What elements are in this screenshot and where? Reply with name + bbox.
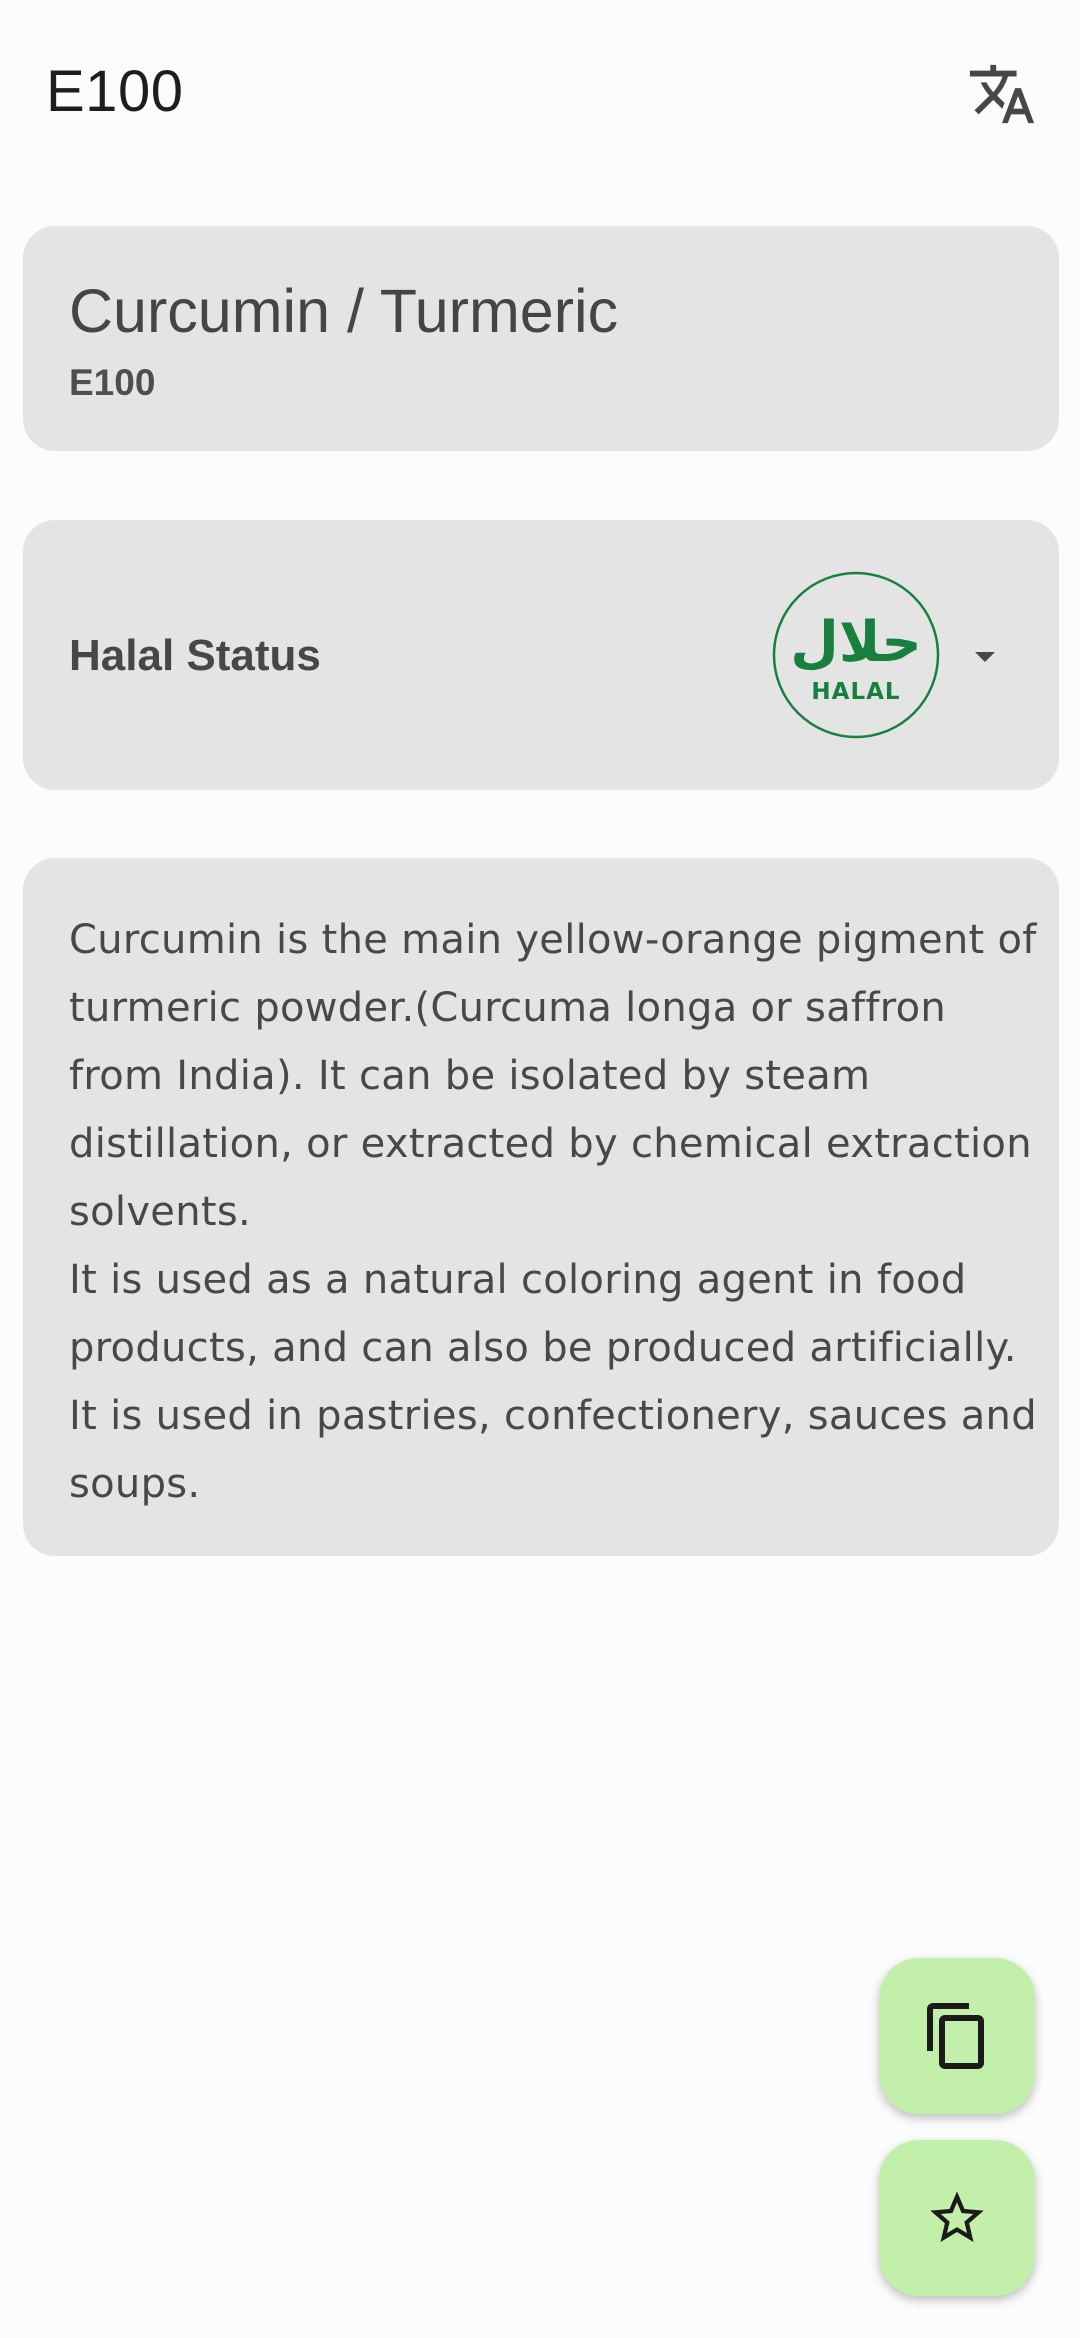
halal-badge-icon: حلال HALAL [772,571,940,739]
additive-name-card: Curcumin / Turmeric E100 [23,226,1059,451]
copy-icon [927,2003,984,2069]
additive-code: E100 [69,362,156,403]
copy-button[interactable] [879,1958,1035,2114]
page-title: E100 [46,59,184,124]
star-outline-icon [930,2191,984,2242]
halal-status-label: Halal Status [69,631,321,680]
arrow-drop-down-icon[interactable] [961,632,1009,680]
translate-icon [969,64,1035,124]
additive-description: Curcumin is the main yellow-orange pigme… [69,917,1037,1507]
additive-name: Curcumin / Turmeric [69,277,619,345]
translate-button[interactable] [960,52,1044,136]
halal-badge-arabic: حلال [790,610,921,675]
halal-status-card[interactable]: Halal Status حلال HALAL [23,520,1059,790]
top-app-bar: E100 [0,0,1080,180]
halal-badge-text: HALAL [811,679,900,705]
favorite-button[interactable] [879,2140,1035,2296]
description-card: Curcumin is the main yellow-orange pigme… [23,858,1059,1556]
